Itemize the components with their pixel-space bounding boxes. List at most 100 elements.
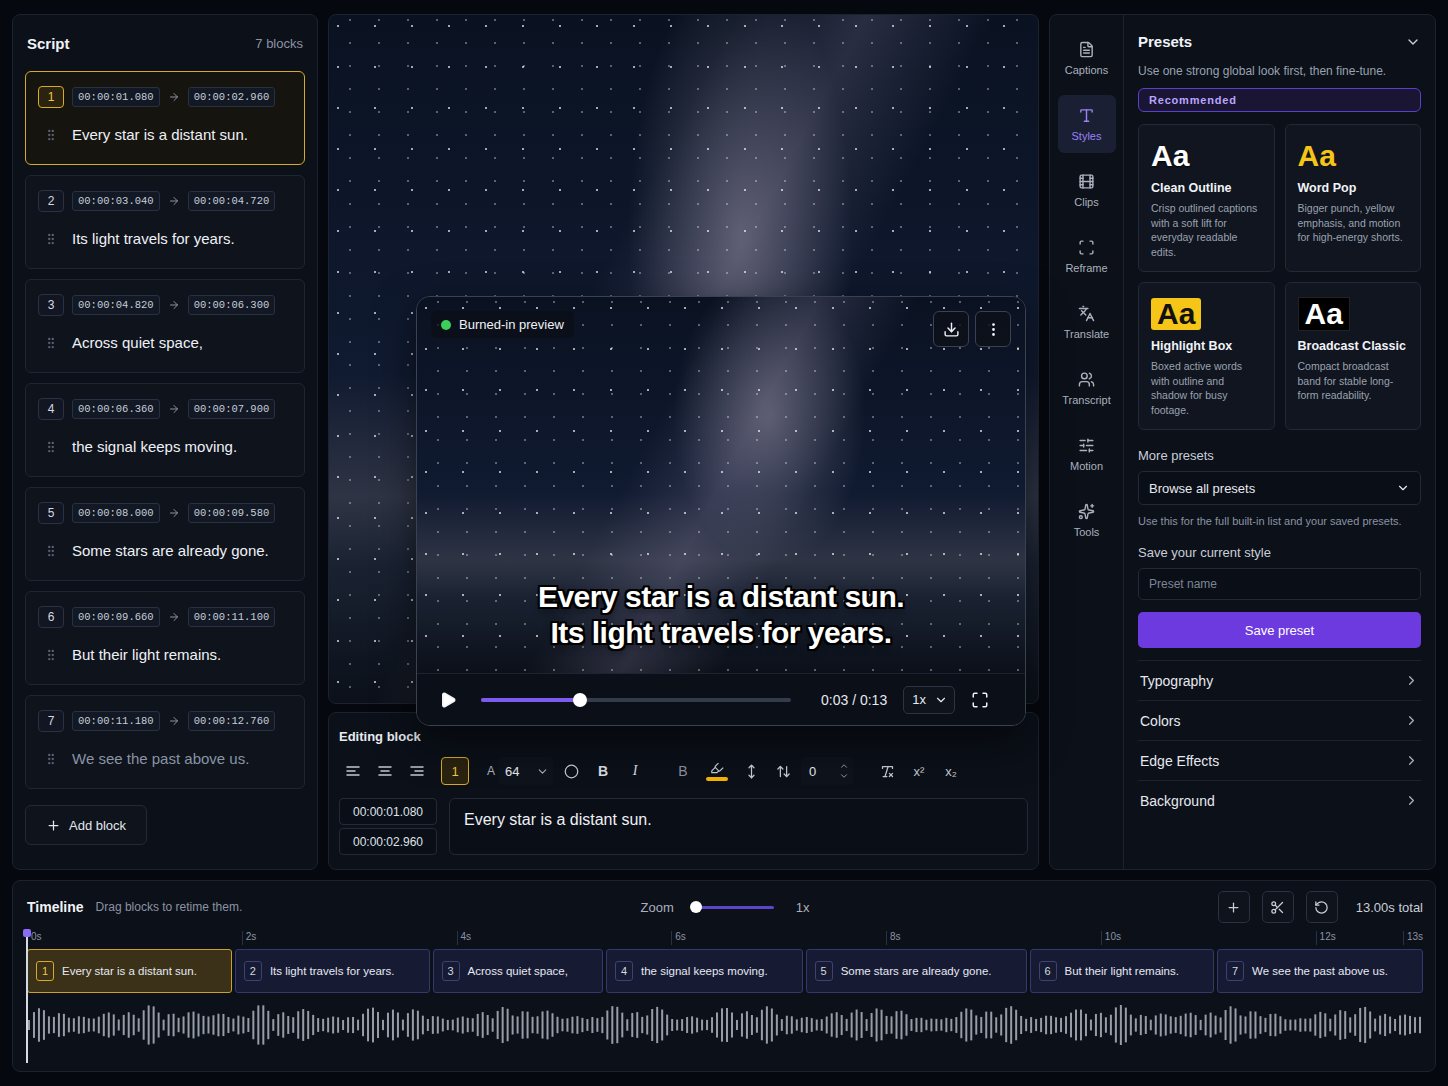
preset-name-input[interactable] [1138, 568, 1421, 600]
drag-handle-icon[interactable] [44, 336, 58, 350]
rail-item[interactable]: Captions [1058, 29, 1116, 87]
chevron-down-icon[interactable] [839, 771, 849, 781]
script-button[interactable]: x² [905, 757, 933, 785]
undo-button[interactable] [1306, 891, 1338, 923]
end-time[interactable]: 00:00:09.580 [188, 503, 276, 523]
end-time[interactable]: 00:00:02.960 [188, 87, 276, 107]
start-time-input[interactable]: 00:00:01.080 [339, 798, 437, 825]
script-block[interactable]: 100:00:01.08000:00:02.960Every star is a… [25, 71, 305, 165]
rail-item[interactable]: Reframe [1058, 227, 1116, 285]
clear-format-button[interactable] [873, 757, 901, 785]
drag-handle-icon[interactable] [44, 544, 58, 558]
timeline-block[interactable]: 3Across quiet space, [433, 949, 603, 993]
timeline-block[interactable]: 4the signal keeps moving. [606, 949, 803, 993]
outline-button[interactable]: B [669, 757, 697, 785]
start-time[interactable]: 00:00:08.000 [72, 503, 160, 523]
align-right-button[interactable] [403, 757, 431, 785]
start-time[interactable]: 00:00:06.360 [72, 399, 160, 419]
script-block[interactable]: 600:00:09.66000:00:11.100But their light… [25, 591, 305, 685]
download-button[interactable] [933, 311, 969, 347]
save-preset-button[interactable]: Save preset [1138, 612, 1421, 648]
script-block[interactable]: 400:00:06.36000:00:07.900the signal keep… [25, 383, 305, 477]
align-line [347, 766, 359, 768]
drag-handle-icon[interactable] [44, 232, 58, 246]
more-button[interactable] [975, 311, 1011, 347]
end-time-input[interactable]: 00:00:02.960 [339, 828, 437, 855]
timeline-block[interactable]: 6But their light remains. [1030, 949, 1214, 993]
drag-handle-icon[interactable] [44, 648, 58, 662]
end-time[interactable]: 00:00:07.900 [188, 399, 276, 419]
seek-bar[interactable] [481, 698, 791, 702]
rail-item[interactable]: Clips [1058, 161, 1116, 219]
timeline-block[interactable]: 2Its light travels for years. [235, 949, 430, 993]
vertical-position-button[interactable] [737, 757, 765, 785]
start-time[interactable]: 00:00:11.180 [72, 711, 160, 731]
start-time[interactable]: 00:00:04.820 [72, 295, 160, 315]
block-text[interactable]: the signal keeps moving. [72, 438, 237, 455]
script-block[interactable]: 200:00:03.04000:00:04.720Its light trave… [25, 175, 305, 269]
seek-knob[interactable] [573, 693, 587, 707]
rail-item[interactable]: Motion [1058, 425, 1116, 483]
rail-item[interactable]: Tools [1058, 491, 1116, 549]
zoom-knob[interactable] [690, 901, 702, 913]
italic-button[interactable]: I [621, 757, 649, 785]
font-size-select[interactable]: 64 [499, 757, 553, 785]
presets-header[interactable]: Presets [1138, 33, 1421, 50]
playhead-knob[interactable] [23, 929, 31, 937]
script-block[interactable]: 500:00:08.00000:00:09.580Some stars are … [25, 487, 305, 581]
timeline-block[interactable]: 7We see the past above us. [1217, 949, 1423, 993]
align-left-button[interactable] [339, 757, 367, 785]
add-button[interactable] [1218, 891, 1250, 923]
split-button[interactable] [1262, 891, 1294, 923]
speed-select[interactable]: 1x [903, 686, 955, 714]
waveform-bar [616, 1007, 618, 1043]
script-block[interactable]: 700:00:11.18000:00:12.760We see the past… [25, 695, 305, 789]
preset-card[interactable]: AaHighlight BoxBoxed active words with o… [1138, 282, 1275, 430]
preset-card[interactable]: AaClean OutlineCrisp outlined captions w… [1138, 124, 1275, 272]
script-button[interactable]: x₂ [937, 757, 965, 785]
section-row[interactable]: Typography [1138, 660, 1421, 700]
align-center-button[interactable] [371, 757, 399, 785]
block-text[interactable]: Its light travels for years. [72, 230, 235, 247]
rail-item[interactable]: Translate [1058, 293, 1116, 351]
browse-presets-select[interactable]: Browse all presets [1138, 471, 1421, 505]
caption-text-input[interactable]: Every star is a distant sun. [449, 798, 1028, 855]
section-row[interactable]: Colors [1138, 700, 1421, 740]
timeline-block[interactable]: 5Some stars are already gone. [806, 949, 1027, 993]
script-block[interactable]: 300:00:04.82000:00:06.300Across quiet sp… [25, 279, 305, 373]
start-time[interactable]: 00:00:09.660 [72, 607, 160, 627]
fullscreen-button[interactable] [971, 691, 989, 709]
spacing-field[interactable]: 0 [801, 757, 853, 785]
zoom-slider[interactable] [696, 906, 774, 909]
block-text[interactable]: But their light remains. [72, 646, 221, 663]
section-row[interactable]: Background [1138, 780, 1421, 820]
chevron-up-icon[interactable] [839, 761, 849, 771]
start-time[interactable]: 00:00:03.040 [72, 191, 160, 211]
timeline-block[interactable]: 1Every star is a distant sun. [27, 949, 232, 993]
drag-handle-icon[interactable] [44, 752, 58, 766]
end-time[interactable]: 00:00:12.760 [188, 711, 276, 731]
block-number-toggle[interactable]: 1 [441, 757, 469, 785]
preset-card[interactable]: AaWord PopBigger punch, yellow emphasis,… [1285, 124, 1422, 272]
line-spacing-button[interactable] [769, 757, 797, 785]
playhead[interactable] [26, 931, 28, 1063]
section-row[interactable]: Edge Effects [1138, 740, 1421, 780]
bold-button[interactable]: B [589, 757, 617, 785]
block-text[interactable]: We see the past above us. [72, 750, 249, 767]
drag-handle-icon[interactable] [44, 440, 58, 454]
end-time[interactable]: 00:00:04.720 [188, 191, 276, 211]
block-text[interactable]: Across quiet space, [72, 334, 203, 351]
play-button[interactable] [439, 691, 457, 709]
block-text[interactable]: Every star is a distant sun. [72, 126, 248, 143]
start-time[interactable]: 00:00:01.080 [72, 87, 160, 107]
highlight-button[interactable] [701, 757, 733, 785]
rail-item[interactable]: Transcript [1058, 359, 1116, 417]
preset-card[interactable]: AaBroadcast ClassicCompact broadcast ban… [1285, 282, 1422, 430]
end-time[interactable]: 00:00:06.300 [188, 295, 276, 315]
block-text[interactable]: Some stars are already gone. [72, 542, 269, 559]
rail-item[interactable]: Styles [1058, 95, 1116, 153]
drag-handle-icon[interactable] [44, 128, 58, 142]
color-button[interactable] [557, 757, 585, 785]
end-time[interactable]: 00:00:11.100 [188, 607, 276, 627]
add-block-button[interactable]: Add block [25, 805, 147, 845]
